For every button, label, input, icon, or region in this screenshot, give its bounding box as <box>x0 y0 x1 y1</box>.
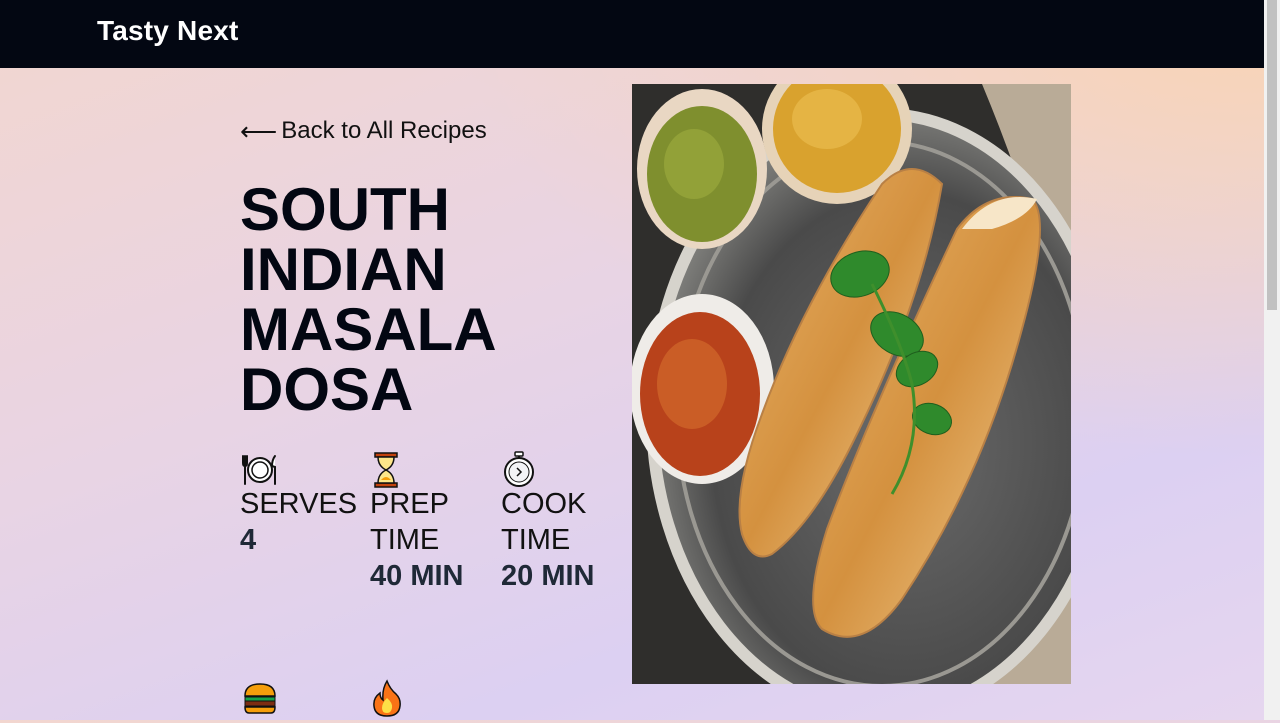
stat-flame <box>370 678 404 723</box>
stat-prep-value: 40 MIN <box>370 560 464 592</box>
stat-serves-label: SERVES <box>240 488 358 520</box>
brand-logo-link[interactable]: Tasty Next <box>97 15 239 47</box>
page-scrollbar[interactable] <box>1264 0 1280 720</box>
back-arrow-icon: ⟵ <box>240 116 278 146</box>
stat-prep-label: PREP TIME <box>370 488 449 556</box>
stat-burger <box>240 678 280 723</box>
back-to-recipes-link[interactable]: ⟵ Back to All Recipes <box>240 117 487 145</box>
back-link-label: Back to All Recipes <box>281 117 487 144</box>
top-navbar: Tasty Next <box>0 0 1264 68</box>
stat-cook-value: 20 MIN <box>501 560 595 592</box>
flame-icon <box>373 679 401 717</box>
burger-icon <box>244 683 276 714</box>
stat-cook-label: COOK TIME <box>501 488 587 556</box>
stopwatch-icon <box>504 451 534 487</box>
recipe-title: South Indian Masala Dosa <box>240 176 495 423</box>
hourglass-icon <box>374 452 398 488</box>
stat-cook-time: COOK TIME 20 MIN <box>501 450 611 594</box>
stat-serves-value: 4 <box>240 524 257 556</box>
plate-cutlery-icon <box>242 455 276 485</box>
stat-prep-time: PREP TIME 40 MIN <box>370 450 490 594</box>
dosa-plate-image <box>632 84 1071 684</box>
stat-serves: SERVES 4 <box>240 450 370 558</box>
scrollbar-thumb[interactable] <box>1267 0 1277 310</box>
